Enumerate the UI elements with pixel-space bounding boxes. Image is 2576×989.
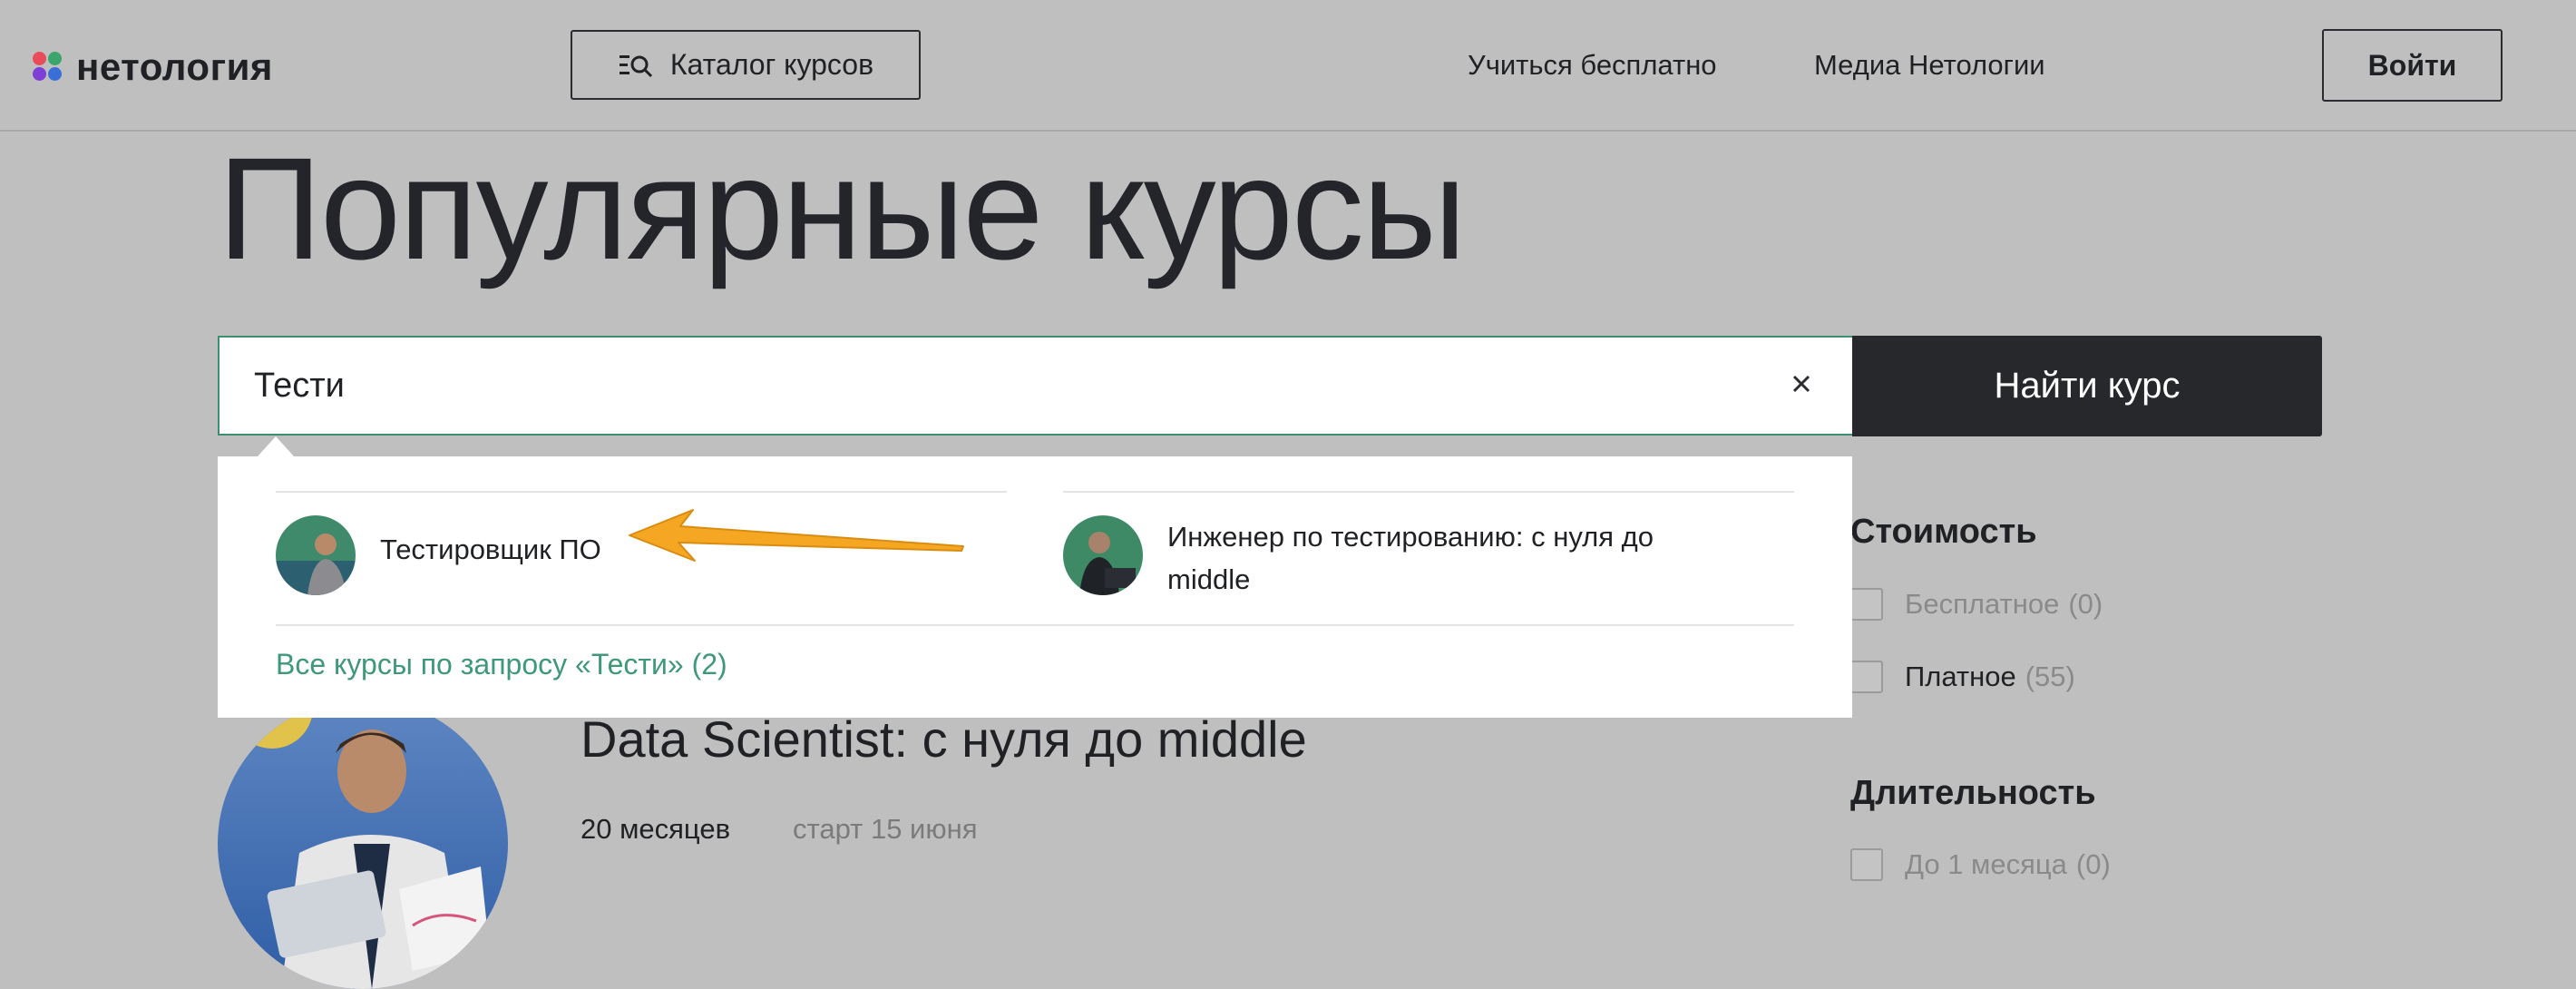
filter-duration-title: Длительность bbox=[1850, 774, 2096, 812]
find-course-button[interactable]: Найти курс bbox=[1852, 336, 2322, 436]
divider bbox=[1063, 491, 1794, 493]
annotation-arrow-icon bbox=[629, 509, 964, 562]
course-avatar bbox=[1063, 515, 1143, 595]
filter-cost-free[interactable]: Бесплатное (0) bbox=[1850, 588, 2103, 621]
login-button[interactable]: Войти bbox=[2322, 29, 2503, 102]
catalog-button-label: Каталог курсов bbox=[669, 48, 874, 81]
course-avatar bbox=[276, 515, 356, 595]
suggestion-label: Тестировщик ПО bbox=[380, 534, 601, 565]
divider bbox=[276, 624, 1794, 626]
catalog-button[interactable]: Каталог курсов bbox=[571, 30, 921, 100]
logo[interactable]: нетология bbox=[33, 45, 273, 89]
course-duration: 20 месяцев bbox=[581, 813, 731, 845]
filter-option-label: Бесплатное bbox=[1905, 588, 2060, 620]
close-icon[interactable] bbox=[1785, 367, 1818, 400]
filter-duration-1month[interactable]: До 1 месяца (0) bbox=[1850, 848, 2111, 881]
search-box bbox=[218, 336, 1852, 436]
list-search-icon bbox=[619, 54, 652, 77]
dropdown-caret bbox=[258, 436, 294, 456]
filter-option-count: (55) bbox=[2025, 661, 2075, 692]
nav-media[interactable]: Медиа Нетологии bbox=[1814, 49, 2045, 82]
search-input[interactable] bbox=[252, 365, 1707, 406]
all-results-link[interactable]: Все курсы по запросу «Тести» (2) bbox=[276, 648, 727, 681]
filter-option-label: До 1 месяца bbox=[1905, 848, 2067, 880]
suggestion-label: Инженер по тестированию: с нуля до middl… bbox=[1167, 515, 1654, 601]
filter-option-count: (0) bbox=[2068, 588, 2103, 620]
nav-learn-free[interactable]: Учиться бесплатно bbox=[1468, 49, 1717, 82]
suggestion-label-line: Инженер по тестированию: с нуля до bbox=[1167, 521, 1654, 553]
course-start: старт 15 июня bbox=[793, 813, 978, 845]
logo-mark-icon bbox=[33, 52, 63, 83]
checkbox[interactable] bbox=[1850, 848, 1883, 881]
checkbox[interactable] bbox=[1850, 588, 1883, 621]
divider bbox=[276, 491, 1007, 493]
filter-cost-paid[interactable]: Платное (55) bbox=[1850, 661, 2075, 693]
logo-text: нетология bbox=[76, 45, 273, 88]
suggestion-item[interactable]: Инженер по тестированию: с нуля до middl… bbox=[1063, 515, 1654, 601]
checkbox[interactable] bbox=[1850, 661, 1883, 693]
filter-option-label: Платное bbox=[1905, 661, 2016, 692]
filter-cost-title: Стоимость bbox=[1850, 513, 2037, 551]
suggestion-item[interactable]: Тестировщик ПО bbox=[276, 515, 601, 595]
course-photo bbox=[218, 699, 508, 989]
course-title[interactable]: Data Scientist: с нуля до middle bbox=[581, 710, 1307, 769]
site-header bbox=[0, 0, 2576, 132]
page-title: Популярные курсы bbox=[218, 127, 1467, 289]
suggestion-label-line: middle bbox=[1167, 563, 1251, 595]
filter-option-count: (0) bbox=[2075, 848, 2111, 880]
course-image[interactable] bbox=[218, 699, 508, 989]
